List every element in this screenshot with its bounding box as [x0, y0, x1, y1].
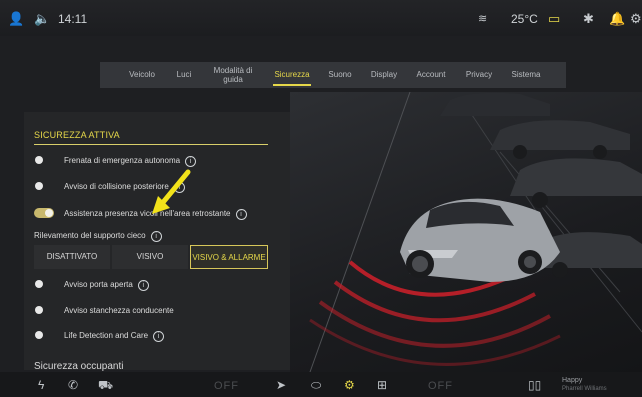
row-label-life-detection: Life Detection and Care i	[64, 331, 165, 342]
row-label-autonomous-braking: Frenata di emergenza autonoma i	[64, 156, 197, 167]
car-controls-icon[interactable]: ⛟	[98, 378, 113, 394]
parked-car-3	[510, 158, 642, 208]
tab-luci[interactable]: Luci	[170, 70, 198, 79]
segment-disattivato[interactable]: DISATTIVATO	[34, 245, 110, 269]
vehicle-icon[interactable]: ⬭	[311, 378, 321, 393]
autonomous-braking-toggle[interactable]	[35, 156, 43, 164]
blind-spot-segmented-control: DISATTIVATO VISIVO VISIVO & ALLARME	[34, 245, 268, 269]
driver-fatigue-toggle[interactable]	[35, 306, 43, 314]
notification-icon[interactable]: 🔔	[609, 11, 625, 27]
left-climate-off[interactable]: OFF	[214, 380, 239, 392]
navigation-icon[interactable]: ➤	[276, 378, 286, 392]
info-icon[interactable]: i	[235, 209, 247, 220]
active-tab-indicator	[273, 84, 311, 86]
occupant-safety-title: Sicurezza occupanti	[34, 361, 124, 372]
apps-icon[interactable]: ⊞	[377, 378, 387, 392]
tab-sicurezza[interactable]: Sicurezza	[268, 70, 316, 79]
tab-suono[interactable]: Suono	[322, 70, 358, 79]
media-title: Happy	[562, 377, 583, 384]
wifi-icon: ≋	[478, 13, 488, 25]
energy-icon[interactable]: ϟ	[38, 378, 44, 392]
pause-icon[interactable]: ▯▯	[528, 378, 541, 392]
info-icon[interactable]: i	[150, 231, 162, 242]
tab-modalita-di-guida[interactable]: Modalità di guida	[205, 66, 261, 84]
volume-icon[interactable]: 🔈	[34, 11, 50, 27]
tab-account[interactable]: Account	[410, 70, 452, 79]
bluetooth-icon[interactable]: ✱	[583, 11, 594, 27]
section-title: SICUREZZA ATTIVA	[34, 130, 120, 140]
blind-spot-label: Rilevamento del supporto cieco i	[34, 231, 162, 242]
row-label-driver-fatigue: Avviso stanchezza conducente	[64, 306, 174, 315]
tab-sistema[interactable]: Sistema	[504, 70, 548, 79]
clock: 14:11	[58, 12, 88, 26]
battery-icon: ▭	[548, 11, 561, 26]
vehicle-scene	[290, 91, 642, 373]
segment-visivo-allarme[interactable]: VISIVO & ALLARME	[190, 245, 268, 269]
temperature: 25°C	[511, 12, 538, 26]
info-icon[interactable]: i	[185, 156, 197, 167]
parked-car-1	[440, 92, 550, 116]
ego-vehicle	[400, 198, 560, 282]
settings-icon[interactable]: ⚙	[344, 378, 355, 392]
annotation-arrow-icon	[152, 169, 191, 214]
settings-shortcut-icon[interactable]: ⚙	[630, 11, 642, 27]
status-bar	[0, 0, 642, 36]
profile-icon[interactable]: 👤	[8, 11, 24, 27]
rear-cross-traffic-toggle[interactable]	[34, 208, 54, 218]
parking-scene-illustration	[309, 91, 642, 373]
media-artist: Pharrell Williams	[562, 386, 607, 392]
rear-collision-toggle[interactable]	[35, 182, 43, 190]
section-divider	[34, 144, 268, 145]
info-icon[interactable]: i	[137, 280, 149, 291]
tab-veicolo[interactable]: Veicolo	[116, 70, 168, 79]
toggle-knob	[45, 209, 53, 217]
info-icon[interactable]: i	[153, 331, 165, 342]
row-label-door-open: Avviso porta aperta i	[64, 280, 149, 291]
tab-privacy[interactable]: Privacy	[460, 70, 498, 79]
segment-visivo[interactable]: VISIVO	[112, 245, 188, 269]
life-detection-toggle[interactable]	[35, 331, 43, 339]
right-climate-off[interactable]: OFF	[428, 380, 453, 392]
door-open-toggle[interactable]	[35, 280, 43, 288]
parked-car-2	[490, 120, 630, 159]
tab-display[interactable]: Display	[364, 70, 404, 79]
phone-icon[interactable]: ✆	[68, 378, 78, 392]
